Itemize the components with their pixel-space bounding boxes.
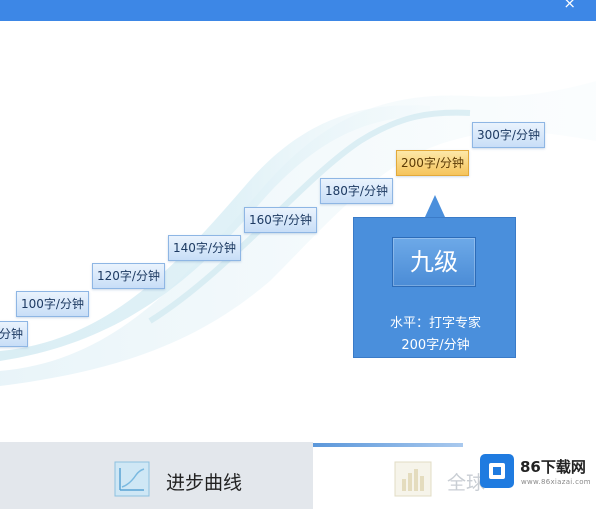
level-callout: 九级 水平：打字专家 200字/分钟 bbox=[353, 217, 516, 358]
step-120[interactable]: 120字/分钟 bbox=[92, 263, 165, 289]
tab-progress-label: 进步曲线 bbox=[166, 472, 243, 494]
level-badge: 九级 bbox=[392, 237, 476, 287]
line-chart-icon bbox=[114, 461, 150, 497]
step-140[interactable]: 140字/分钟 bbox=[168, 235, 241, 261]
level-speed: 200字/分钟 bbox=[401, 338, 470, 353]
tab-indicator bbox=[313, 443, 463, 447]
step-100[interactable]: 100字/分钟 bbox=[16, 291, 89, 317]
step-200-current[interactable]: 200字/分钟 bbox=[396, 150, 469, 176]
tab-progress-curve[interactable]: 进步曲线 bbox=[0, 442, 313, 509]
watermark-url: www.86xiazai.com bbox=[521, 478, 591, 486]
watermark-logo-icon bbox=[480, 454, 514, 488]
site-watermark: 86下载网 www.86xiazai.com bbox=[480, 454, 596, 492]
step-300[interactable]: 300字/分钟 bbox=[472, 122, 545, 148]
step-90[interactable]: 分钟 bbox=[0, 321, 29, 347]
step-180[interactable]: 180字/分钟 bbox=[320, 178, 393, 204]
level-title: 水平：打字专家 bbox=[389, 316, 481, 331]
step-160[interactable]: 160字/分钟 bbox=[244, 207, 317, 233]
watermark-brand: 86下载网 bbox=[520, 458, 586, 476]
callout-pointer bbox=[425, 195, 445, 217]
window-titlebar: × bbox=[0, 0, 596, 21]
close-icon[interactable]: × bbox=[563, 0, 576, 11]
bar-chart-icon bbox=[394, 461, 432, 497]
